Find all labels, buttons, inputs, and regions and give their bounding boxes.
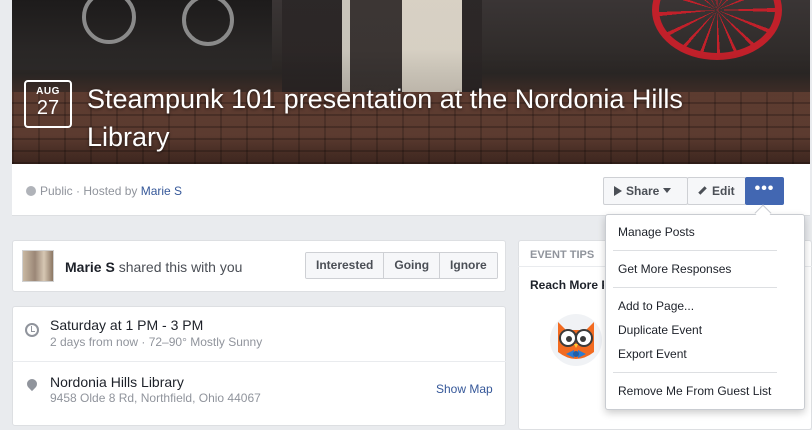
share-button[interactable]: Share xyxy=(603,177,688,205)
menu-separator xyxy=(613,287,777,288)
event-day: 27 xyxy=(36,97,60,119)
event-location[interactable]: Nordonia Hills Library xyxy=(50,374,184,390)
event-time: Saturday at 1 PM - 3 PM xyxy=(50,317,204,333)
hosted-by-label: · Hosted by xyxy=(72,184,141,198)
clock-icon xyxy=(25,323,39,337)
event-time-forecast: 2 days from now · 72–90° Mostly Sunny xyxy=(50,335,263,349)
event-title: Steampunk 101 presentation at the Nordon… xyxy=(87,84,683,152)
share-icon xyxy=(614,186,622,196)
edit-button[interactable]: Edit xyxy=(687,177,746,205)
share-label: Share xyxy=(626,184,660,198)
rsvp-buttons: Interested Going Ignore xyxy=(305,252,498,279)
menu-separator xyxy=(613,250,777,251)
edit-label: Edit xyxy=(712,184,735,198)
event-tips-header: EVENT TIPS xyxy=(530,249,595,261)
shared-text: Marie S shared this with you xyxy=(65,259,242,275)
menu-item-add-to-page[interactable]: Add to Page... xyxy=(618,299,694,313)
pencil-icon xyxy=(698,186,707,195)
menu-item-export-event[interactable]: Export Event xyxy=(618,347,687,361)
event-address: 9458 Olde 8 Rd, Northfield, Ohio 44067 xyxy=(50,391,261,405)
owl-icon xyxy=(550,314,602,366)
more-options-button[interactable]: ••• xyxy=(745,177,784,205)
sharer-name[interactable]: Marie S xyxy=(65,259,115,275)
tips-title: Reach More People xyxy=(530,278,604,292)
event-privacy-line: Public · Hosted by Marie S xyxy=(26,184,182,198)
ignore-button[interactable]: Ignore xyxy=(440,253,497,278)
menu-item-duplicate-event[interactable]: Duplicate Event xyxy=(618,323,702,337)
interested-button[interactable]: Interested xyxy=(306,253,385,278)
menu-item-remove-from-guest-list[interactable]: Remove Me From Guest List xyxy=(618,384,771,398)
menu-separator xyxy=(613,372,777,373)
menu-item-get-more-responses[interactable]: Get More Responses xyxy=(618,262,731,276)
globe-icon xyxy=(26,186,36,196)
privacy-label: Public xyxy=(40,184,73,198)
caret-icon xyxy=(663,188,672,193)
show-map-link[interactable]: Show Map xyxy=(436,382,493,396)
avatar[interactable] xyxy=(22,250,54,282)
shared-message: shared this with you xyxy=(114,259,243,275)
event-date-badge: AUG 27 xyxy=(24,80,72,128)
going-button[interactable]: Going xyxy=(384,253,441,278)
menu-item-manage-posts[interactable]: Manage Posts xyxy=(618,225,695,239)
host-link[interactable]: Marie S xyxy=(141,184,182,198)
details-divider xyxy=(12,361,506,362)
event-month: AUG xyxy=(36,86,60,97)
